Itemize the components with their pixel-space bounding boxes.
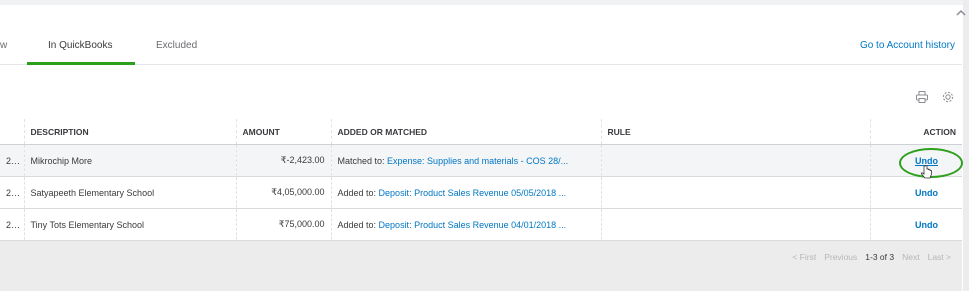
last-page-link[interactable]: Last >: [928, 252, 951, 262]
date-cell: 20...: [0, 208, 24, 241]
action-cell: Undo: [869, 208, 962, 241]
tab-in-quickbooks[interactable]: In QuickBooks: [48, 34, 112, 64]
rule-cell: [600, 208, 870, 241]
added-or-matched-column-header[interactable]: ADDED OR MATCHED: [330, 119, 601, 145]
top-strip: [0, 0, 969, 5]
date-cell: 20...: [0, 144, 24, 177]
undo-button[interactable]: Undo: [915, 220, 938, 230]
date-cell: 20...: [0, 176, 24, 209]
amount-cell: ₹75,000.00: [235, 208, 331, 241]
account-history-link[interactable]: Go to Account history: [860, 40, 955, 51]
amount-cell: ₹-2,423.00: [235, 144, 331, 177]
collapse-button[interactable]: [953, 5, 969, 21]
first-page-link[interactable]: < First: [792, 252, 816, 262]
rule-cell: [600, 176, 870, 209]
table-toolbar: [915, 90, 955, 104]
match-link[interactable]: Deposit: Product Sales Revenue 04/01/201…: [379, 220, 567, 230]
rule-column-header[interactable]: RULE: [600, 119, 870, 145]
scrollbar-track[interactable]: [963, 0, 969, 291]
table-row[interactable]: 20... Tiny Tots Elementary School ₹75,00…: [0, 208, 962, 241]
added-or-matched-cell: Added to: Deposit: Product Sales Revenue…: [330, 176, 601, 209]
tab-bar: w In QuickBooks Excluded: [0, 34, 962, 65]
undo-button[interactable]: Undo: [915, 188, 938, 198]
date-column-header[interactable]: [0, 119, 24, 145]
tab-review[interactable]: w: [0, 34, 7, 64]
pagination: < First Previous 1-3 of 3 Next Last >: [792, 252, 951, 262]
next-page-link[interactable]: Next: [902, 252, 919, 262]
match-prefix: Matched to:: [337, 155, 388, 166]
match-link[interactable]: Deposit: Product Sales Revenue 05/05/201…: [379, 188, 567, 198]
rule-cell: [600, 144, 870, 177]
match-prefix: Added to:: [337, 187, 379, 198]
amount-column-header[interactable]: AMOUNT: [235, 119, 331, 145]
description-cell: Tiny Tots Elementary School: [23, 208, 236, 241]
added-or-matched-cell: Added to: Deposit: Product Sales Revenue…: [330, 208, 601, 241]
description-cell: Satyapeeth Elementary School: [23, 176, 236, 209]
print-icon[interactable]: [915, 90, 929, 104]
transactions-table: DESCRIPTION AMOUNT ADDED OR MATCHED RULE…: [0, 119, 962, 241]
amount-cell: ₹4,05,000.00: [235, 176, 331, 209]
hand-cursor-icon: [921, 165, 932, 179]
table-header-row: DESCRIPTION AMOUNT ADDED OR MATCHED RULE…: [0, 119, 962, 145]
action-column-header: ACTION: [869, 119, 962, 145]
table-footer: [0, 241, 962, 291]
active-tab-indicator: [27, 62, 135, 65]
chevron-up-icon: [956, 9, 966, 16]
page-range: 1-3 of 3: [865, 252, 895, 262]
description-column-header[interactable]: DESCRIPTION: [23, 119, 236, 145]
previous-page-link[interactable]: Previous: [824, 252, 857, 262]
table-row[interactable]: 20... Satyapeeth Elementary School ₹4,05…: [0, 176, 962, 209]
table-row[interactable]: 20... Mikrochip More ₹-2,423.00 Matched …: [0, 144, 962, 177]
added-or-matched-cell: Matched to: Expense: Supplies and materi…: [330, 144, 601, 177]
action-cell: Undo: [869, 176, 962, 209]
match-prefix: Added to:: [337, 219, 379, 230]
description-cell: Mikrochip More: [23, 144, 236, 177]
gear-icon[interactable]: [941, 90, 955, 104]
tab-excluded[interactable]: Excluded: [156, 34, 197, 64]
match-link[interactable]: Expense: Supplies and materials - COS 28…: [387, 156, 568, 166]
